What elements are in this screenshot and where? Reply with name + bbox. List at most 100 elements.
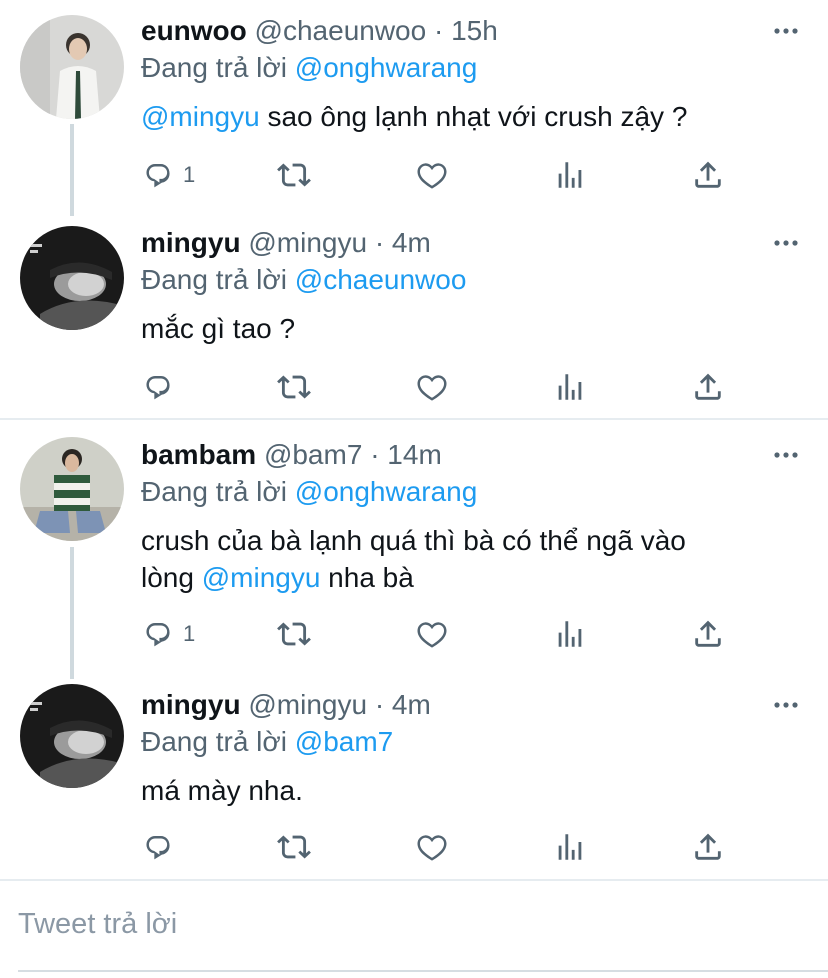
tweet-header: eunwoo @chaeunwoo · 15h [141,14,498,48]
tweet-actions: 1 [141,155,741,195]
more-icon[interactable] [772,24,800,38]
timestamp[interactable]: 4m [392,689,431,720]
reply-button[interactable]: 1 [141,155,195,195]
tweet[interactable]: eunwoo @chaeunwoo · 15h Đang trả lời @on… [0,0,828,212]
like-icon [415,158,449,192]
retweet-icon [277,830,311,864]
reply-button[interactable] [141,827,175,867]
black-and-white-portrait-icon [20,684,124,788]
tweet-header: mingyu @mingyu · 4m [141,688,431,722]
like-icon [415,370,449,404]
retweet-button[interactable] [277,367,311,407]
tweet-text: @mingyu sao ông lạnh nhạt với crush zậy … [141,98,781,135]
replying-mention[interactable]: @onghwarang [295,476,478,507]
like-button[interactable] [415,367,449,407]
replying-label: Đang trả lời [141,264,295,295]
tweet[interactable]: mingyu @mingyu · 4m Đang trả lời @bam7 m… [0,674,828,880]
separator-dot: · [374,227,385,258]
tweet[interactable]: mingyu @mingyu · 4m Đang trả lời @chaeun… [0,212,828,418]
body-mention[interactable]: @mingyu [141,101,260,132]
more-icon[interactable] [772,698,800,712]
avatar[interactable] [20,437,124,541]
replying-to: Đang trả lời @chaeunwoo [141,262,466,298]
tweet-actions [141,827,741,867]
avatar[interactable] [20,226,124,330]
replying-mention[interactable]: @onghwarang [295,52,478,83]
share-button[interactable] [691,367,725,407]
like-button[interactable] [415,827,449,867]
user-handle[interactable]: @chaeunwoo [255,15,427,46]
user-handle[interactable]: @bam7 [264,439,362,470]
timestamp[interactable]: 14m [387,439,441,470]
analytics-button[interactable] [553,367,587,407]
user-handle[interactable]: @mingyu [248,689,367,720]
retweet-icon [277,617,311,651]
replying-to: Đang trả lời @onghwarang [141,50,477,86]
man-in-striped-sweater-photo-icon [20,437,124,541]
more-icon[interactable] [772,448,800,462]
reply-box-divider [0,879,828,881]
body-text: lòng [141,562,202,593]
analytics-icon [553,158,587,192]
tweet[interactable]: bambam @bam7 · 14m Đang trả lời @onghwar… [0,424,828,674]
like-button[interactable] [415,614,449,654]
body-mention[interactable]: @mingyu [202,562,321,593]
avatar[interactable] [20,15,124,119]
share-icon [691,830,725,864]
display-name[interactable]: bambam [141,439,256,470]
tweet-header: mingyu @mingyu · 4m [141,226,431,260]
analytics-button[interactable] [553,614,587,654]
replying-mention[interactable]: @chaeunwoo [295,264,467,295]
more-icon[interactable] [772,236,800,250]
share-button[interactable] [691,155,725,195]
retweet-button[interactable] [277,614,311,654]
separator-dot: · [374,689,385,720]
analytics-icon [553,617,587,651]
analytics-icon [553,830,587,864]
body-text: má mày nha. [141,775,303,806]
share-icon [691,617,725,651]
reply-button[interactable]: 1 [141,614,195,654]
user-handle[interactable]: @mingyu [248,227,367,258]
analytics-button[interactable] [553,155,587,195]
reply-icon [141,830,175,864]
body-text: sao ông lạnh nhạt với crush zậy ? [259,101,688,132]
reply-button[interactable] [141,367,175,407]
analytics-button[interactable] [553,827,587,867]
tweet-header: bambam @bam7 · 14m [141,438,442,472]
separator-dot: · [370,439,380,470]
reply-count: 1 [183,621,196,646]
body-line-1: crush của bà lạnh quá thì bà có thể ngã … [141,525,686,556]
like-icon [415,830,449,864]
retweet-button[interactable] [277,155,311,195]
replying-mention[interactable]: @bam7 [295,726,393,757]
timestamp[interactable]: 15h [451,15,498,46]
timestamp[interactable]: 4m [392,227,431,258]
display-name[interactable]: eunwoo [141,15,247,46]
share-button[interactable] [691,614,725,654]
reply-count: 1 [183,162,196,187]
reply-input-underline [18,970,828,972]
avatar[interactable] [20,684,124,788]
body-line-2: lòng @mingyu nha bà [141,559,781,596]
replying-to: Đang trả lời @onghwarang [141,474,477,510]
reply-input[interactable]: Tweet trả lời [18,908,177,941]
man-in-white-shirt-photo-icon [20,15,124,119]
reply-placeholder: Tweet trả lời [18,908,178,940]
separator-dot: · [433,15,444,46]
retweet-icon [277,158,311,192]
share-button[interactable] [691,827,725,867]
display-name[interactable]: mingyu [141,689,241,720]
tweet-text: mắc gì tao ? [141,310,781,347]
tweet-text: má mày nha. [141,772,781,809]
retweet-button[interactable] [277,827,311,867]
body-text: mắc gì tao ? [141,313,296,344]
like-button[interactable] [415,155,449,195]
conversation-divider [0,418,828,420]
analytics-icon [553,370,587,404]
body-text: nha bà [320,562,414,593]
display-name[interactable]: mingyu [141,227,241,258]
replying-label: Đang trả lời [141,476,295,507]
retweet-icon [277,370,311,404]
black-and-white-portrait-icon [20,226,124,330]
